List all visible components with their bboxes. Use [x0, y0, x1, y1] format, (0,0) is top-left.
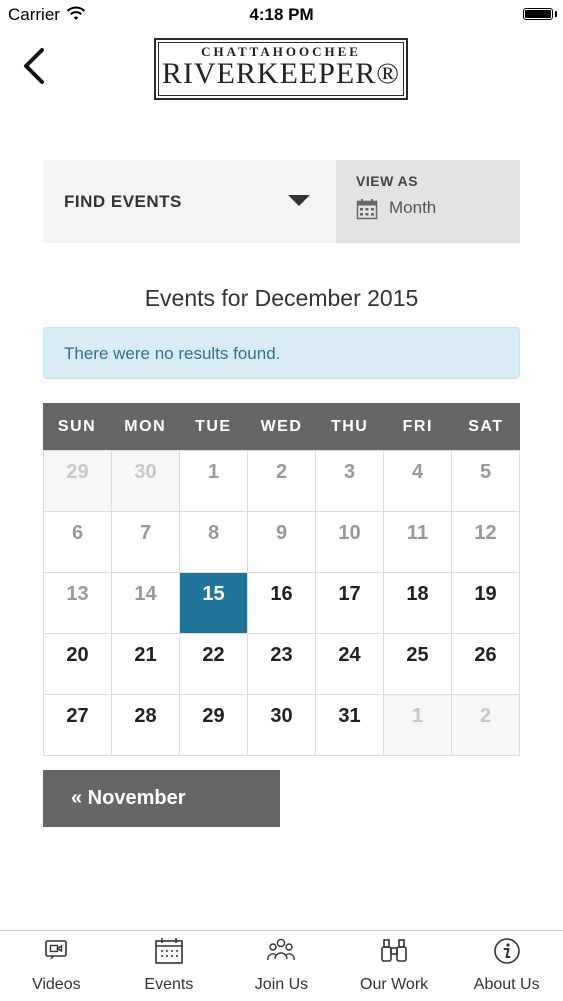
calendar-day-today[interactable]: 15 — [180, 573, 248, 634]
calendar-day[interactable]: 3 — [316, 451, 384, 512]
weekday-sun: SUN — [57, 418, 97, 435]
weekday-wed: WED — [260, 418, 303, 435]
filter-bar: FIND EVENTS VIEW AS Month — [43, 160, 520, 243]
tab-label: About Us — [473, 976, 540, 993]
logo-main-text: RIVERKEEPER® — [161, 57, 401, 90]
tab-videos[interactable]: Videos — [0, 931, 113, 1001]
info-icon — [493, 937, 521, 970]
calendar-day[interactable]: 12 — [452, 512, 520, 573]
weekday-tue: TUE — [195, 418, 232, 435]
page-title: Events for December 2015 — [144, 285, 419, 311]
calendar-day[interactable]: 24 — [316, 634, 384, 695]
weekday-fri: FRI — [402, 418, 433, 435]
tab-label: Join Us — [254, 976, 309, 993]
tab-join-us[interactable]: Join Us — [225, 931, 338, 1001]
tab-about-us[interactable]: About Us — [450, 931, 563, 1001]
find-events-dropdown[interactable]: FIND EVENTS — [43, 160, 336, 243]
battery-tip — [555, 11, 557, 17]
calendar-day[interactable]: 1 — [180, 451, 248, 512]
calendar-day[interactable]: 6 — [44, 512, 112, 573]
video-icon — [43, 937, 69, 968]
view-as-selector[interactable]: VIEW AS Month — [336, 160, 520, 243]
calendar-day[interactable]: 2 — [452, 695, 520, 756]
riverkeeper-logo: CHATTAHOOCHEE RIVERKEEPER® — [154, 38, 408, 100]
calendar-day[interactable]: 30 — [112, 451, 180, 512]
calendar-day[interactable]: 2 — [248, 451, 316, 512]
month-calendar: SUN MON TUE WED THU FRI SAT 29 30 1 2 3 4 5 6 7 8… — [43, 403, 520, 756]
view-as-value: Month — [389, 198, 437, 217]
calendar-day[interactable]: 22 — [180, 634, 248, 695]
calendar-day[interactable]: 31 — [316, 695, 384, 756]
calendar-week-row: 20 21 22 23 24 25 26 — [44, 634, 520, 695]
calendar-day[interactable]: 7 — [112, 512, 180, 573]
status-bar: Carrier 4:18 PM — [0, 0, 563, 30]
calendar-week-row: 27 28 29 30 31 1 2 — [44, 695, 520, 756]
calendar-day[interactable]: 16 — [248, 573, 316, 634]
tab-our-work[interactable]: Our Work — [338, 931, 451, 1001]
no-results-notice: There were no results found. — [43, 327, 520, 379]
calendar-day[interactable]: 21 — [112, 634, 180, 695]
calendar-day[interactable]: 14 — [112, 573, 180, 634]
battery-icon — [523, 8, 553, 20]
tab-bar: Videos Events Join Us Our Work About Us — [0, 930, 563, 1001]
calendar-day[interactable]: 29 — [180, 695, 248, 756]
calendar-week-row: 29 30 1 2 3 4 5 — [44, 451, 520, 512]
calendar-day[interactable]: 18 — [384, 573, 452, 634]
calendar-day[interactable]: 23 — [248, 634, 316, 695]
find-events-label: FIND EVENTS — [64, 192, 182, 211]
weekday-sat: SAT — [468, 418, 504, 435]
calendar-week-row: 6 7 8 9 10 11 12 — [44, 512, 520, 573]
calendar-day[interactable]: 20 — [44, 634, 112, 695]
calendar-day[interactable]: 29 — [44, 451, 112, 512]
calendar-day[interactable]: 27 — [44, 695, 112, 756]
weekday-header: SUN MON TUE WED THU FRI SAT — [43, 403, 520, 450]
people-icon — [266, 937, 296, 968]
calendar-day[interactable]: 9 — [248, 512, 316, 573]
back-button[interactable] — [18, 44, 54, 88]
binoculars-icon — [379, 937, 409, 970]
tab-label: Our Work — [360, 976, 429, 993]
calendar-day[interactable]: 8 — [180, 512, 248, 573]
calendar-day[interactable]: 4 — [384, 451, 452, 512]
calendar-day[interactable]: 28 — [112, 695, 180, 756]
weekday-mon: MON — [124, 418, 167, 435]
calendar-day[interactable]: 13 — [44, 573, 112, 634]
calendar-day[interactable]: 25 — [384, 634, 452, 695]
calendar-day[interactable]: 26 — [452, 634, 520, 695]
calendar-day[interactable]: 19 — [452, 573, 520, 634]
notice-text: There were no results found. — [64, 344, 281, 363]
previous-month-button[interactable]: « November — [43, 770, 280, 827]
weekday-thu: THU — [330, 418, 369, 435]
tab-label: Videos — [31, 976, 81, 993]
tab-label: Events — [144, 976, 194, 993]
calendar-day[interactable]: 11 — [384, 512, 452, 573]
calendar-icon — [356, 198, 378, 225]
calendar-week-row: 13 14 15 16 17 18 19 — [44, 573, 520, 634]
view-as-label: VIEW AS — [356, 173, 419, 189]
caret-down-icon — [288, 195, 310, 206]
calendar-day[interactable]: 5 — [452, 451, 520, 512]
calendar-day[interactable]: 1 — [384, 695, 452, 756]
clock-time: 4:18 PM — [249, 5, 314, 24]
calendar-day[interactable]: 10 — [316, 512, 384, 573]
calendar-day[interactable]: 17 — [316, 573, 384, 634]
calendar-day[interactable]: 30 — [248, 695, 316, 756]
calendar-grid: 29 30 1 2 3 4 5 6 7 8 9 10 11 12 13 14 15 16 17 18 19 20 21 22 2… — [43, 450, 520, 756]
tab-events[interactable]: Events — [113, 931, 226, 1001]
calendar-icon — [154, 937, 184, 970]
chevron-left-icon — [24, 48, 44, 84]
